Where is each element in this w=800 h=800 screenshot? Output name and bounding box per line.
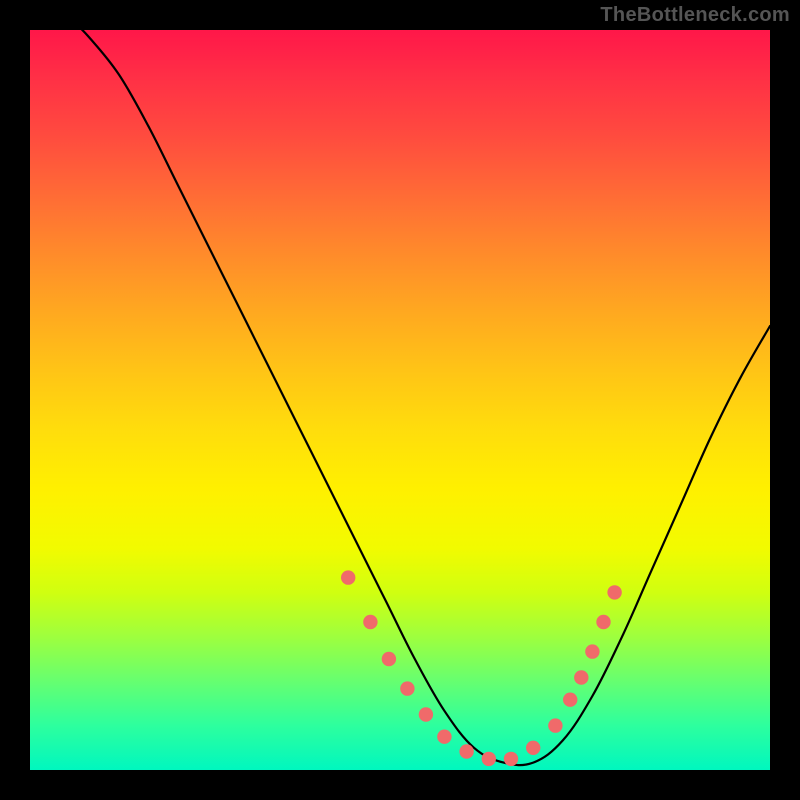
highlight-dot	[504, 752, 518, 766]
highlight-dot	[459, 744, 473, 758]
highlight-dot	[400, 681, 414, 695]
highlight-dot	[363, 615, 377, 629]
highlight-dot	[585, 644, 599, 658]
highlight-dot	[482, 752, 496, 766]
highlight-dot	[574, 670, 588, 684]
plot-area	[30, 30, 770, 770]
chart-frame: TheBottleneck.com	[0, 0, 800, 800]
highlight-dot	[419, 707, 433, 721]
highlight-dot	[548, 718, 562, 732]
highlight-dot	[341, 570, 355, 584]
curve-svg	[30, 30, 770, 770]
highlight-dot	[526, 741, 540, 755]
highlight-dot	[563, 693, 577, 707]
highlight-dots	[341, 570, 622, 766]
bottleneck-curve	[67, 15, 770, 765]
watermark-text: TheBottleneck.com	[600, 4, 790, 27]
highlight-dot	[382, 652, 396, 666]
highlight-dot	[437, 730, 451, 744]
highlight-dot	[596, 615, 610, 629]
highlight-dot	[607, 585, 621, 599]
